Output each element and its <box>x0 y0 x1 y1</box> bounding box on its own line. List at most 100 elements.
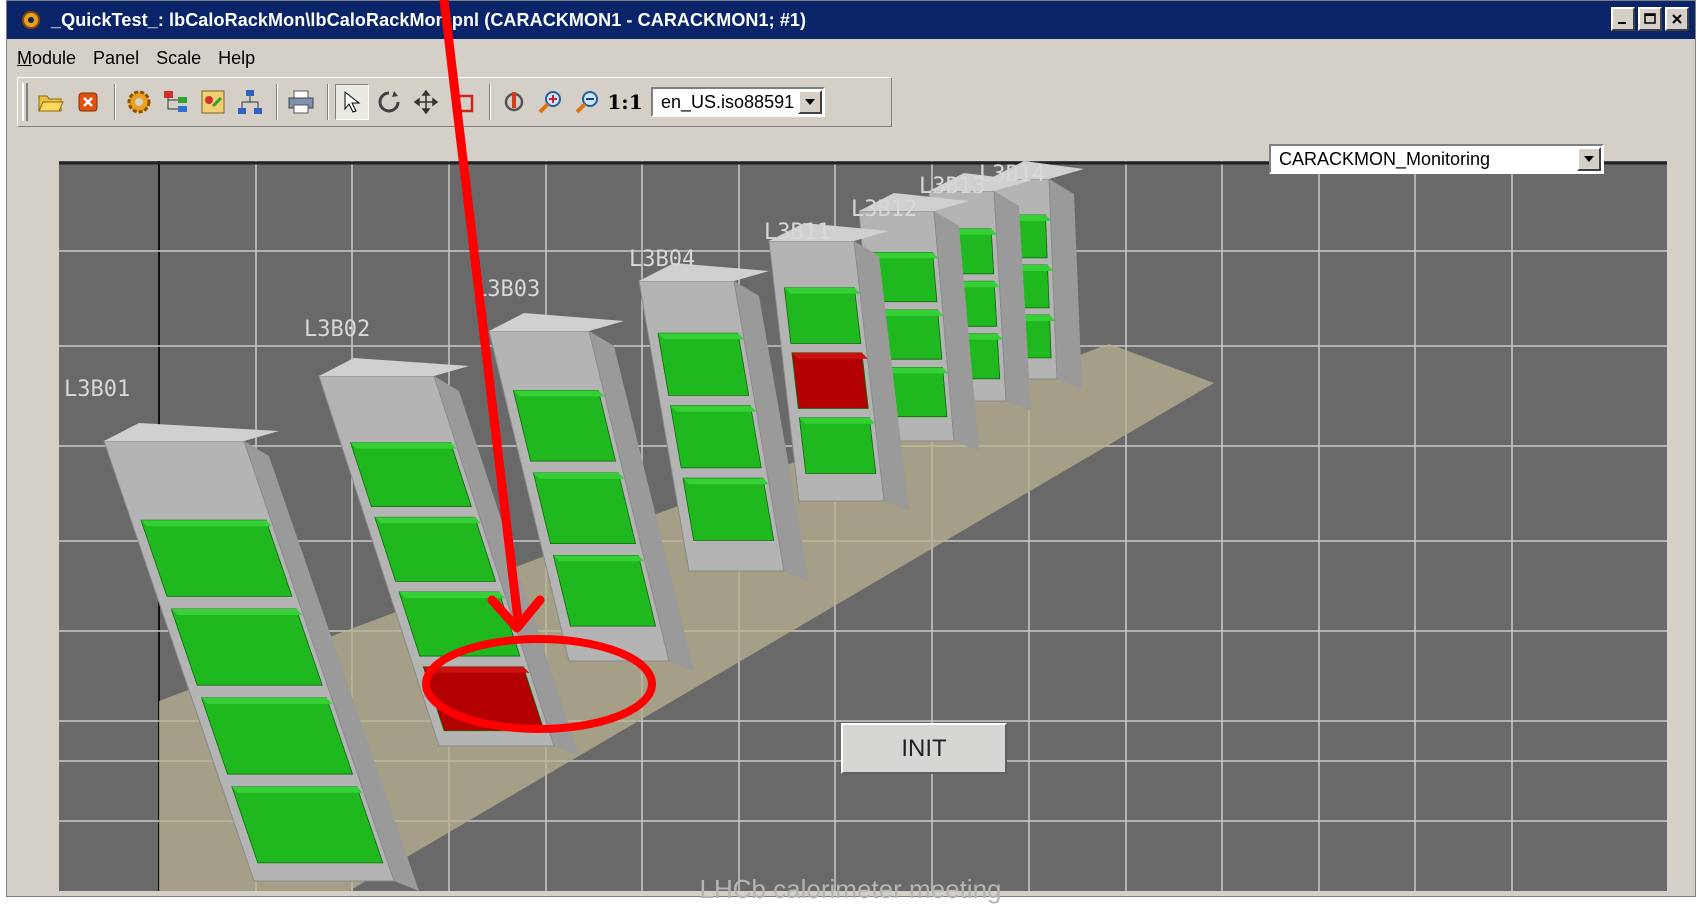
anchor-button[interactable] <box>497 84 531 120</box>
crate-top-edge <box>533 472 625 479</box>
crate-ok[interactable] <box>532 472 637 545</box>
crate-ok[interactable] <box>512 389 617 462</box>
crate-ok[interactable] <box>657 332 750 396</box>
rack-label: L3B11 <box>764 220 830 245</box>
crate-ok[interactable] <box>201 697 354 775</box>
crate-top-edge <box>877 309 944 316</box>
close-panel-button[interactable] <box>71 84 105 120</box>
toolbar-grip[interactable] <box>22 83 28 121</box>
app-window: _QuickTest_: lbCaloRackMon\lbCaloRackMon… <box>6 0 1696 897</box>
close-panel-icon <box>78 92 98 112</box>
arrow-pointer-icon <box>344 90 361 113</box>
printer-icon <box>288 90 314 114</box>
rack-label: L3B14 <box>979 162 1045 187</box>
crate-top-edge <box>141 520 272 527</box>
panel-tools-button[interactable] <box>196 84 230 120</box>
zoom-out-button[interactable] <box>571 84 605 120</box>
close-icon <box>1672 14 1682 24</box>
crate-ok[interactable] <box>798 417 877 474</box>
slide-footer: LHCb calorimeter meeting <box>699 874 1002 904</box>
folder-open-icon <box>38 95 64 112</box>
toolbar: 1:1 en_US.iso88591 <box>17 77 892 127</box>
rack-label: L3B13 <box>919 174 985 199</box>
move-icon <box>413 89 439 115</box>
rack-label: L3B12 <box>851 197 917 222</box>
settings-button[interactable] <box>122 84 156 120</box>
locale-value: en_US.iso88591 <box>661 91 795 112</box>
print-button[interactable] <box>284 84 318 120</box>
rack-3d-view[interactable]: L3B14 L3B13 L3B12 L3B11 L3B04 L3B03 L3B02 L3B01 <box>59 161 1667 891</box>
crate-top-edge <box>553 555 645 562</box>
rotate-tool-button[interactable] <box>372 84 406 120</box>
toolbar-separator <box>327 84 329 120</box>
menu-help[interactable]: Help <box>218 48 255 69</box>
select-tool-button[interactable] <box>335 84 369 120</box>
toolbar-separator <box>276 84 278 120</box>
zoom-in-icon <box>538 91 561 114</box>
crate-top-edge <box>658 333 744 340</box>
rotate-icon <box>378 91 400 113</box>
minimize-button[interactable] <box>1611 7 1635 31</box>
crate-ok[interactable] <box>552 554 657 627</box>
chevron-down-icon[interactable] <box>1577 147 1601 171</box>
zoom-box-button[interactable] <box>446 84 480 120</box>
locale-select[interactable]: en_US.iso88591 <box>651 87 825 117</box>
chevron-down-icon[interactable] <box>798 90 822 114</box>
rack-label: L3B01 <box>64 377 130 402</box>
title-bar[interactable]: _QuickTest_: lbCaloRackMon\lbCaloRackMon… <box>7 1 1695 39</box>
crate-top-edge <box>799 417 876 424</box>
crate-top-edge <box>423 666 530 673</box>
scale-label: 1:1 <box>607 90 643 114</box>
menu-module[interactable]: Module <box>17 48 76 69</box>
rack-top-face <box>104 423 279 441</box>
zoom-in-button[interactable] <box>534 84 568 120</box>
scale-reset-button[interactable]: 1:1 <box>607 84 643 120</box>
panel-select[interactable]: CARACKMON_Monitoring <box>1269 144 1604 174</box>
toolbar-separator <box>114 84 116 120</box>
crate-top-edge <box>513 390 605 397</box>
menu-module-rest: odule <box>32 47 77 68</box>
crate-top-edge <box>201 697 333 704</box>
crate-top-edge <box>399 592 506 599</box>
anchor-icon <box>504 92 524 112</box>
maximize-button[interactable] <box>1638 7 1662 31</box>
move-tool-button[interactable] <box>409 84 443 120</box>
rack-label: L3B02 <box>304 317 370 342</box>
zoom-box-icon <box>452 92 474 113</box>
close-button[interactable] <box>1665 7 1689 31</box>
rack-top-face <box>319 358 469 376</box>
crate-top-edge <box>350 442 457 449</box>
network-button[interactable] <box>233 84 267 120</box>
toolbar-separator <box>489 84 491 120</box>
panel-select-value: CARACKMON_Monitoring <box>1279 148 1491 169</box>
maximize-icon <box>1644 13 1656 24</box>
open-button[interactable] <box>34 84 68 120</box>
rack-top-face <box>489 313 624 331</box>
rack-label: L3B04 <box>629 247 695 272</box>
crate-ok[interactable] <box>398 591 521 657</box>
crate-top-edge <box>231 786 363 793</box>
crate-alarm[interactable] <box>422 666 545 732</box>
crate-top-edge <box>872 252 939 259</box>
crate-ok[interactable] <box>350 442 472 508</box>
menu-panel[interactable]: Panel <box>93 48 139 69</box>
crate-ok[interactable] <box>682 477 775 541</box>
menu-bar: Module Panel Scale Help <box>7 41 1695 75</box>
crate-ok[interactable] <box>231 786 384 864</box>
crate-top-edge <box>791 352 868 359</box>
init-button[interactable]: INIT <box>841 723 1007 774</box>
zoom-out-icon <box>575 91 598 114</box>
menu-scale[interactable]: Scale <box>156 48 201 69</box>
crate-ok[interactable] <box>783 287 862 344</box>
tree-view-button[interactable] <box>159 84 193 120</box>
crate-ok[interactable] <box>670 405 762 469</box>
crate-top-edge <box>374 517 481 524</box>
minimize-icon <box>1618 22 1626 24</box>
crate-ok[interactable] <box>140 519 293 597</box>
gear-icon <box>127 90 151 114</box>
crate-ok[interactable] <box>170 608 323 686</box>
crate-alarm[interactable] <box>791 352 869 409</box>
crate-ok[interactable] <box>374 516 497 582</box>
tree-icon <box>164 91 187 112</box>
window-title: _QuickTest_: lbCaloRackMon\lbCaloRackMon… <box>51 9 807 30</box>
